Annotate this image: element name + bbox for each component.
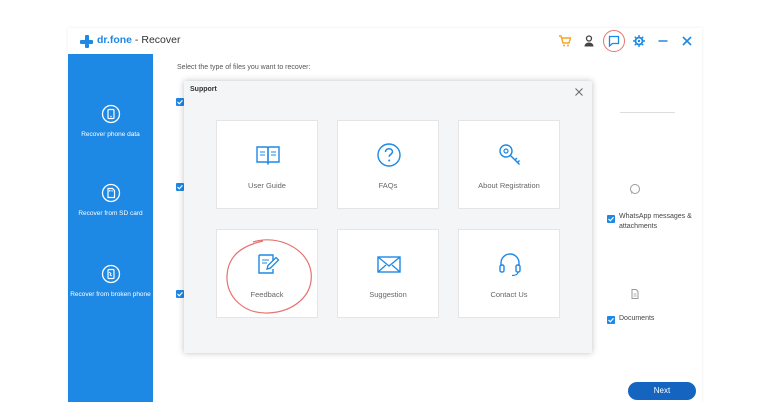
question-icon [375, 141, 403, 169]
documents-label: Documents [619, 315, 655, 322]
card-label: User Guide [248, 181, 286, 190]
document-icon [629, 287, 641, 299]
category-checkbox[interactable] [176, 183, 184, 191]
documents-checkbox[interactable] [607, 316, 615, 324]
next-button[interactable]: Next [628, 382, 696, 400]
sidebar-item-label: Recover phone data [81, 131, 140, 138]
card-label: About Registration [478, 181, 540, 190]
sidebar-item-recover-sd[interactable]: Recover from SD card [68, 183, 153, 218]
minimize-icon[interactable] [656, 34, 670, 48]
cart-icon[interactable] [558, 34, 572, 48]
sidebar-item-label: Recover from SD card [78, 210, 143, 217]
select-all-checkbox[interactable] [176, 98, 184, 106]
dialog-title: Support [190, 86, 217, 93]
toolbar-icons [558, 30, 694, 52]
title-bar: dr.fone - Recover [68, 28, 702, 55]
gear-icon[interactable] [632, 34, 646, 48]
close-icon[interactable] [680, 34, 694, 48]
whatsapp-label: WhatsApp messages & attachments [619, 213, 692, 230]
sidebar-item-label: Recover from broken phone [70, 291, 151, 298]
feedback-icon[interactable] [603, 30, 625, 52]
card-label: Contact Us [490, 290, 528, 299]
drfone-logo-icon [80, 35, 93, 48]
support-card-user-guide[interactable]: User Guide [216, 120, 318, 209]
headset-icon [496, 250, 524, 278]
sidebar-item-recover-phone[interactable]: Recover phone data [68, 104, 153, 139]
sidebar-item-recover-broken[interactable]: Recover from broken phone [68, 264, 153, 299]
support-card-contact-us[interactable]: Contact Us [458, 229, 560, 318]
broken-phone-icon [101, 264, 121, 284]
section-divider [620, 112, 675, 113]
annotation-circle [226, 239, 312, 314]
title-separator: - [132, 34, 142, 46]
app-brand: dr.fone [97, 34, 133, 46]
phone-icon [101, 104, 121, 124]
support-card-suggestion[interactable]: Suggestion [337, 229, 439, 318]
whatsapp-icon [629, 182, 641, 194]
card-label: Suggestion [369, 290, 407, 299]
file-type-prompt: Select the type of files you want to rec… [177, 64, 311, 71]
category-checkbox[interactable] [176, 290, 184, 298]
user-icon[interactable] [582, 34, 596, 48]
sd-card-icon [101, 183, 121, 203]
key-icon [496, 141, 524, 169]
card-label: FAQs [378, 181, 398, 190]
support-card-faqs[interactable]: FAQs [337, 120, 439, 209]
book-icon [254, 141, 282, 169]
app-title: dr.fone - Recover [97, 34, 180, 46]
whatsapp-checkbox[interactable] [607, 215, 615, 223]
sidebar: Recover phone data Recover from SD card … [68, 54, 153, 402]
window-title: Recover [141, 34, 181, 46]
mail-icon [375, 250, 403, 278]
dialog-close-icon[interactable] [574, 84, 584, 96]
support-card-about-registration[interactable]: About Registration [458, 120, 560, 209]
